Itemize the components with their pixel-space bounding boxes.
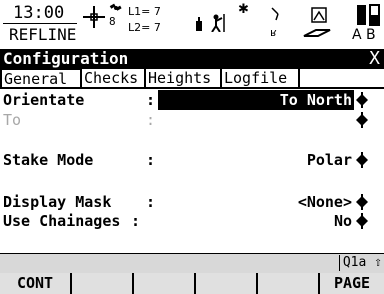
tab-general[interactable]: General — [0, 69, 82, 88]
clock: 13:00 — [3, 2, 77, 24]
to-label: To — [3, 111, 22, 129]
colon: : — [146, 111, 156, 129]
tab-bar: General Checks Heights Logfile — [0, 69, 384, 89]
orientate-row[interactable]: Orientate : To North — [0, 90, 384, 110]
use-chainages-value: No — [333, 212, 352, 230]
softkey-bar: CONT PAGE — [0, 273, 384, 294]
satellite-count: 8 — [109, 15, 116, 28]
display-mask-label: Display Mask — [3, 193, 112, 211]
title-bar: Configuration X — [0, 49, 384, 69]
page-button[interactable]: PAGE — [318, 273, 384, 294]
close-icon[interactable]: X — [369, 49, 380, 69]
radio-icon: ʁ — [270, 7, 279, 39]
colon: : — [146, 193, 156, 211]
cont-button[interactable]: CONT — [0, 273, 70, 294]
signal-readout: L1= 7 L2= 7 — [128, 4, 161, 36]
radio-memory-icons: ʁ — [270, 7, 331, 39]
stake-mode-value: Polar — [306, 151, 352, 169]
l2-count: L2= 7 — [128, 21, 161, 34]
left-right-arrow-icon[interactable] — [356, 152, 368, 168]
status-bar: 13:00 REFLINE 8 L1= 7 L2= 7 ✱ ʁ A B — [0, 0, 384, 49]
battery-labels: A B — [352, 27, 376, 43]
info-bar: Q1a ⇧ — [0, 253, 384, 273]
mode-indicator: REFLINE — [9, 25, 77, 44]
left-right-arrow-icon[interactable] — [356, 213, 368, 229]
colon: : — [131, 212, 141, 230]
satellite-icon — [109, 3, 122, 11]
stake-mode-label: Stake Mode — [3, 151, 94, 169]
use-chainages-label: Use Chainages — [3, 212, 121, 230]
page-title: Configuration — [3, 49, 129, 68]
battery-icon — [357, 4, 380, 26]
colon: : — [146, 151, 156, 169]
to-row[interactable]: To : — [0, 110, 384, 130]
orientate-label: Orientate — [3, 91, 85, 109]
l1-count: L1= 7 — [128, 5, 161, 18]
display-mask-value: <None> — [297, 193, 352, 211]
stake-mode-row[interactable]: Stake Mode : Polar — [0, 150, 384, 170]
memory-icon — [303, 7, 331, 37]
use-chainages-row[interactable]: Use Chainages : No — [0, 211, 384, 231]
page-indicator: Q1a ⇧ — [338, 255, 382, 271]
softkey-f4[interactable] — [194, 273, 256, 294]
softkey-f3[interactable] — [132, 273, 194, 294]
tab-checks[interactable]: Checks — [82, 69, 146, 88]
softkey-f2[interactable] — [70, 273, 132, 294]
tab-logfile[interactable]: Logfile — [222, 69, 300, 88]
orientate-value: To North — [279, 91, 352, 109]
tab-heights[interactable]: Heights — [146, 69, 222, 88]
bluetooth-icon: ✱ — [238, 2, 249, 17]
colon: : — [146, 91, 156, 109]
left-right-arrow-icon[interactable] — [356, 194, 368, 210]
crosshair-icon — [83, 6, 105, 28]
svg-text:ʁ: ʁ — [270, 26, 277, 39]
left-right-arrow-icon[interactable] — [356, 92, 368, 108]
display-mask-row[interactable]: Display Mask : <None> — [0, 192, 384, 212]
satellite-indicator: 8 — [109, 2, 123, 28]
left-right-arrow-icon[interactable] — [356, 112, 368, 128]
softkey-f5[interactable] — [256, 273, 318, 294]
orientate-field[interactable]: To North — [158, 90, 354, 110]
pole-icon — [196, 14, 225, 32]
